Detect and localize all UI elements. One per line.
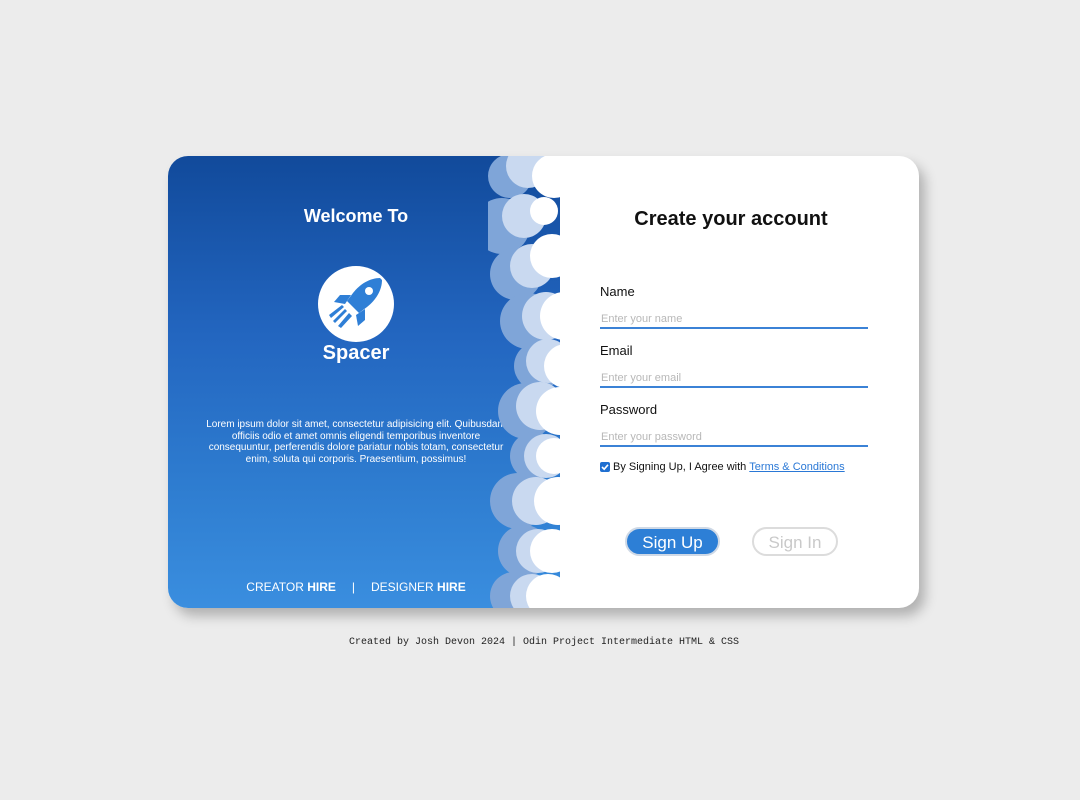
terms-link[interactable]: Terms & Conditions — [749, 461, 844, 473]
email-input[interactable] — [600, 370, 868, 388]
creator-hire-link[interactable]: CREATOR HIRE — [246, 580, 336, 594]
designer-hire-link[interactable]: DESIGNER HIRE — [371, 580, 466, 594]
terms-agreement: By Signing Up, I Agree with Terms & Cond… — [600, 461, 845, 473]
rocket-icon — [329, 278, 382, 328]
welcome-panel: Welcome To Spacer Lorem ipsum dolor sit — [168, 156, 568, 608]
checkmark-icon — [601, 464, 609, 471]
name-input[interactable] — [600, 311, 868, 329]
credit-footer: Created by Josh Devon 2024 | Odin Projec… — [348, 637, 740, 648]
creator-hire-bold: HIRE — [307, 580, 336, 594]
description-text: Lorem ipsum dolor sit amet, consectetur … — [206, 419, 506, 465]
password-label: Password — [600, 402, 658, 417]
signup-form: Create your account Name Email Password … — [568, 156, 919, 608]
designer-hire-bold: HIRE — [437, 580, 466, 594]
footer-separator: | — [351, 580, 355, 594]
creator-prefix: CREATOR — [246, 580, 304, 594]
agree-checkbox[interactable] — [600, 462, 610, 472]
signup-card: Welcome To Spacer Lorem ipsum dolor sit — [168, 156, 919, 608]
designer-prefix: DESIGNER — [371, 580, 434, 594]
name-label: Name — [600, 284, 635, 299]
form-title: Create your account — [634, 208, 828, 230]
sign-in-button[interactable]: Sign In — [752, 527, 838, 556]
sign-up-button[interactable]: Sign Up — [625, 527, 720, 556]
cloud-decoration — [488, 156, 568, 608]
agree-text: By Signing Up, I Agree with — [613, 461, 747, 473]
logo — [318, 266, 394, 342]
password-input[interactable] — [600, 429, 868, 447]
email-label: Email — [600, 343, 633, 358]
